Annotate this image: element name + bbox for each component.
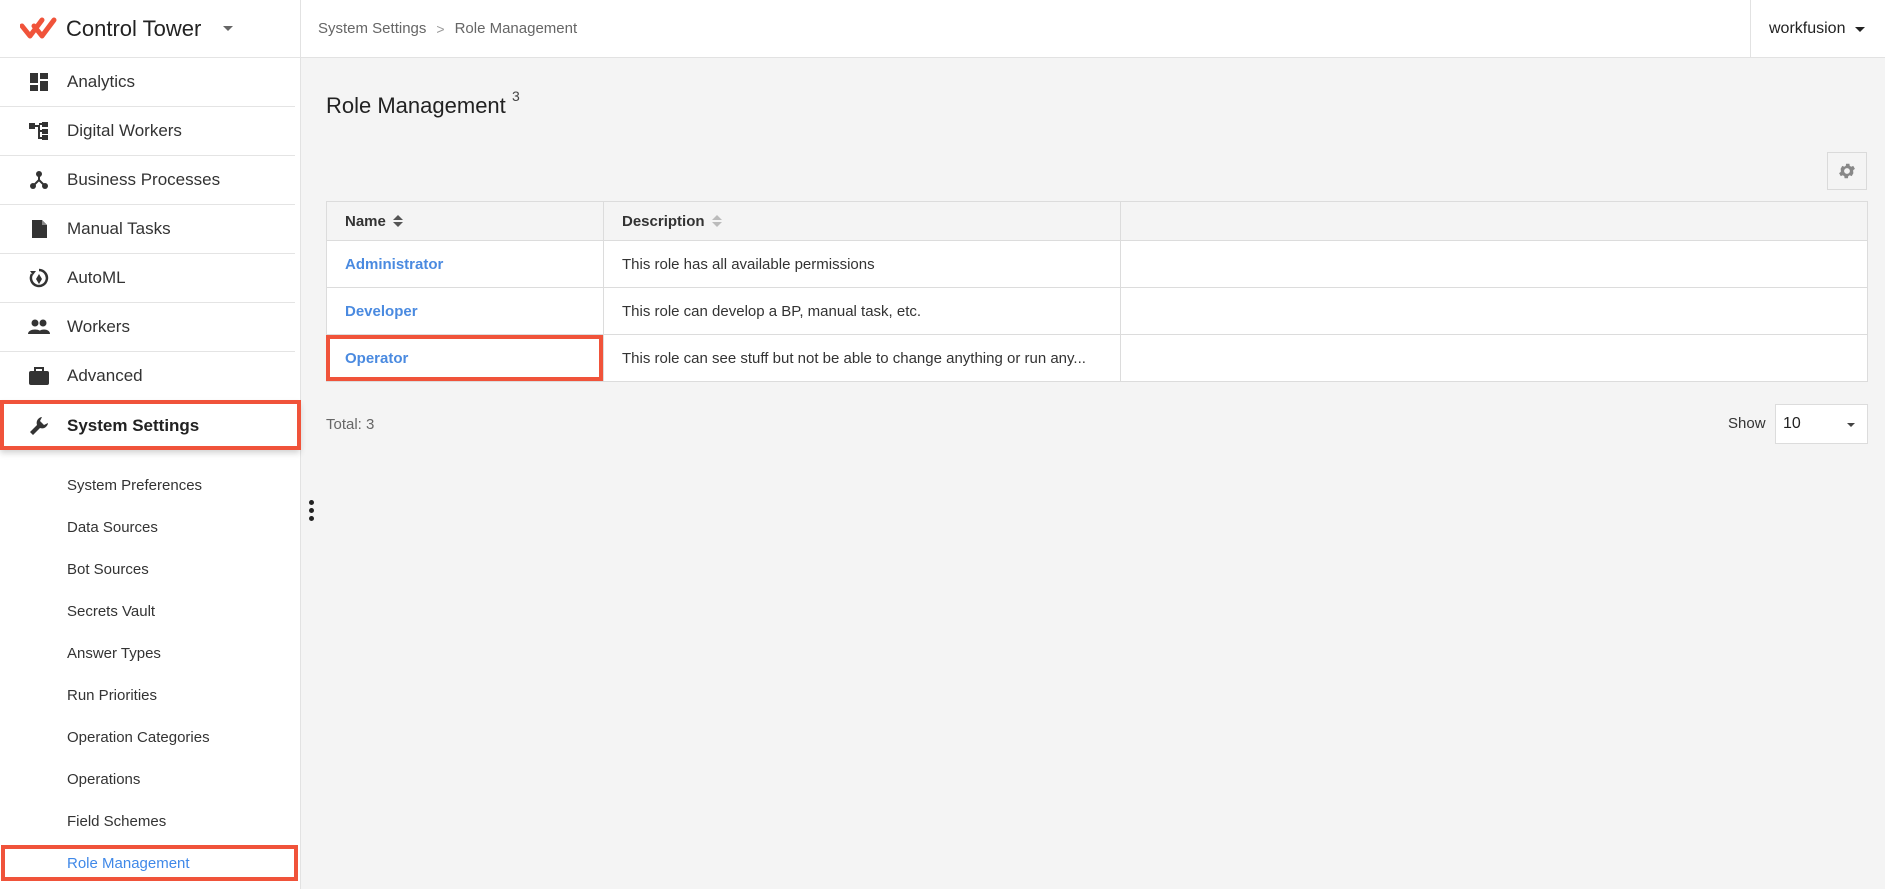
page-size-select[interactable]: 10 — [1775, 404, 1868, 444]
chevron-down-icon[interactable] — [223, 26, 234, 31]
nav-item-system-settings[interactable]: System Settings — [0, 400, 301, 450]
breadcrumb-role-management: Role Management — [454, 20, 578, 37]
page-title: Role Management — [326, 93, 506, 118]
role-link-administrator[interactable]: Administrator — [345, 256, 443, 273]
table-row: Operator This role can see stuff but not… — [326, 335, 1868, 382]
nav-item-workers[interactable]: Workers — [0, 303, 295, 352]
sub-item-operations[interactable]: Operations — [0, 758, 300, 800]
nav-item-business-processes[interactable]: Business Processes — [0, 156, 295, 205]
sub-item-role-management[interactable]: Role Management — [0, 842, 300, 884]
role-description-cell: This role has all available permissions — [604, 241, 1121, 287]
nav-label: Business Processes — [67, 170, 221, 189]
breadcrumb: System Settings > Role Management — [301, 20, 577, 37]
nav-label: Workers — [67, 317, 130, 336]
dashboard-icon — [28, 71, 50, 93]
sub-item-field-schemes[interactable]: Field Schemes — [0, 800, 300, 842]
table-settings-button[interactable] — [1827, 152, 1867, 190]
column-header-name[interactable]: Name — [327, 202, 604, 240]
nav-item-digital-workers[interactable]: Digital Workers — [0, 107, 295, 156]
role-count-badge: 3 — [512, 88, 520, 104]
table-row: Developer This role can develop a BP, ma… — [326, 288, 1868, 335]
sub-item-answer-types[interactable]: Answer Types — [0, 632, 300, 674]
nav-item-advanced[interactable]: Advanced — [0, 352, 295, 401]
chevron-down-icon — [1847, 423, 1855, 427]
empty-cell — [1121, 335, 1867, 381]
nav-label: Advanced — [67, 366, 143, 385]
sub-item-run-priorities[interactable]: Run Priorities — [0, 674, 300, 716]
page-size-value: 10 — [1783, 415, 1801, 432]
role-name-cell: Administrator — [327, 241, 604, 287]
nav-label: Digital Workers — [67, 121, 182, 140]
nav-item-manual-tasks[interactable]: Manual Tasks — [0, 205, 295, 254]
sub-item-data-sources[interactable]: Data Sources — [0, 506, 300, 548]
nav-label: Manual Tasks — [67, 219, 171, 238]
empty-cell — [1121, 288, 1867, 334]
app-name: Control Tower — [66, 15, 202, 41]
nav-label: Analytics — [67, 72, 136, 91]
breadcrumb-system-settings[interactable]: System Settings — [318, 20, 426, 37]
sort-icon — [392, 215, 403, 227]
sort-icon — [711, 215, 722, 227]
sub-item-system-preferences[interactable]: System Preferences — [0, 464, 300, 506]
total-count: Total: 3 — [326, 416, 375, 433]
nav-label: AutoML — [67, 268, 126, 287]
empty-cell — [1121, 241, 1867, 287]
people-icon — [28, 316, 50, 338]
wrench-icon — [28, 415, 50, 437]
roles-table: Name Description Administrator This role… — [326, 201, 1868, 382]
nav-item-analytics[interactable]: Analytics — [0, 58, 295, 107]
dot — [309, 516, 314, 521]
top-bar: System Settings > Role Management workfu… — [301, 0, 1885, 58]
gear-icon — [1839, 163, 1855, 179]
table-row: Administrator This role has all availabl… — [326, 241, 1868, 288]
dot — [309, 500, 314, 505]
sub-item-label: Role Management — [67, 854, 190, 872]
page-size-label: Show — [1728, 415, 1766, 432]
user-menu[interactable]: workfusion — [1750, 0, 1885, 58]
workfusion-logo-icon — [20, 17, 57, 38]
column-header-description[interactable]: Description — [604, 202, 1121, 240]
role-link-developer[interactable]: Developer — [345, 303, 418, 320]
sub-item-bot-sources[interactable]: Bot Sources — [0, 548, 300, 590]
chevron-right-icon: > — [436, 20, 445, 37]
column-header-label: Description — [622, 212, 705, 230]
role-name-cell: Operator — [326, 335, 604, 381]
role-description-cell: This role can see stuff but not be able … — [604, 335, 1121, 381]
hierarchy-icon — [28, 120, 50, 142]
user-name: workfusion — [1769, 20, 1846, 37]
table-header-row: Name Description — [326, 202, 1868, 241]
nav-label: System Settings — [67, 415, 200, 435]
briefcase-icon — [28, 365, 50, 387]
sub-item-operation-categories[interactable]: Operation Categories — [0, 716, 300, 758]
document-icon — [28, 218, 50, 240]
system-settings-subnav: System Preferences Data Sources Bot Sour… — [0, 450, 300, 884]
sidebar: Control Tower Analytics Digital Workers … — [0, 0, 301, 889]
brand-header[interactable]: Control Tower — [0, 0, 300, 58]
dot — [309, 508, 314, 513]
role-link-operator[interactable]: Operator — [345, 350, 408, 367]
sub-item-secrets-vault[interactable]: Secrets Vault — [0, 590, 300, 632]
automl-cycle-icon — [28, 267, 50, 289]
nav-item-automl[interactable]: AutoML — [0, 254, 295, 303]
process-nodes-icon — [28, 169, 50, 191]
role-name-cell: Developer — [327, 288, 604, 334]
column-header-label: Name — [345, 212, 386, 230]
role-description-text: This role can see stuff but not be able … — [622, 349, 1086, 367]
sidebar-resize-handle[interactable] — [309, 500, 315, 521]
chevron-down-icon — [1855, 26, 1866, 32]
column-header-empty — [1121, 202, 1867, 240]
role-description-cell: This role can develop a BP, manual task,… — [604, 288, 1121, 334]
